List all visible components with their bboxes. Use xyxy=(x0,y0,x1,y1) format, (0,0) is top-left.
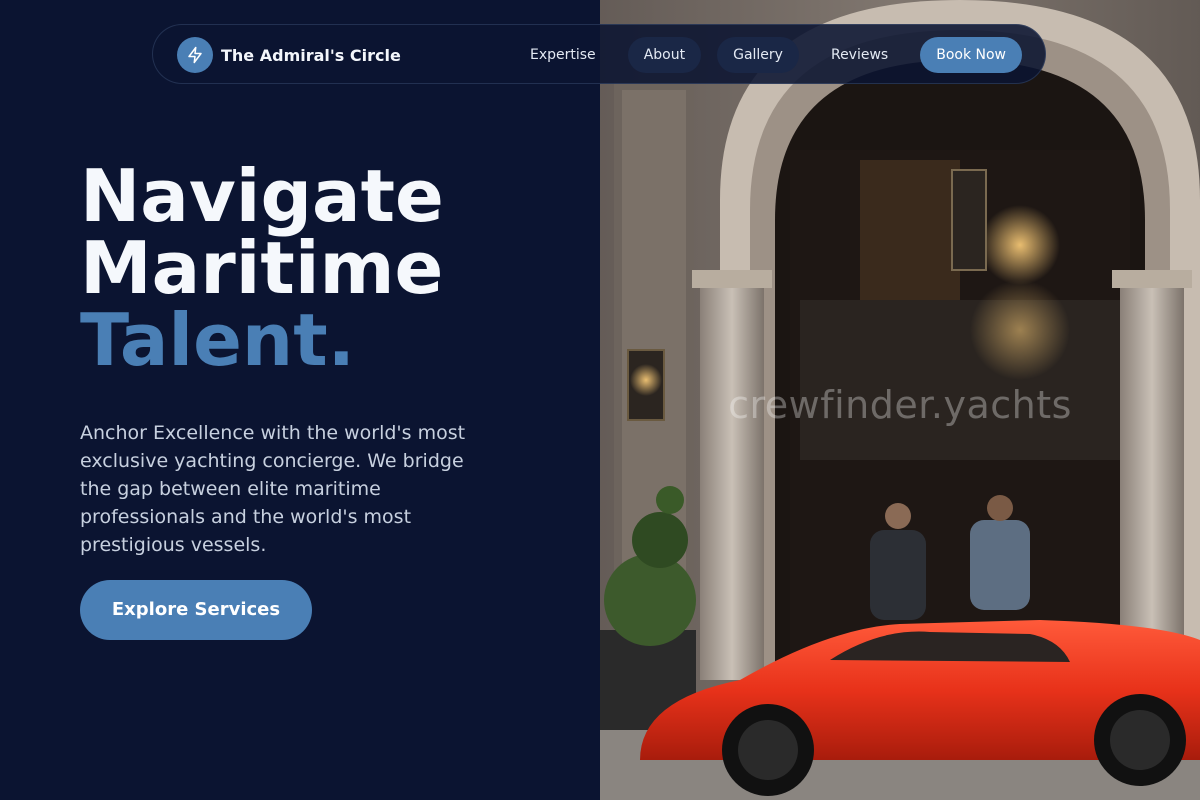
brand-name: The Admiral's Circle xyxy=(221,45,401,65)
nav-item-gallery[interactable]: Gallery xyxy=(717,37,799,73)
brand[interactable]: The Admiral's Circle xyxy=(177,37,401,73)
explore-services-button[interactable]: Explore Services xyxy=(80,580,312,640)
hero-left-panel xyxy=(0,0,600,800)
nav-item-expertise[interactable]: Expertise xyxy=(514,37,612,73)
headline-line-1: Navigate xyxy=(80,154,444,238)
hero-headline: Navigate Maritime Talent. xyxy=(80,160,444,376)
headline-accent: Talent. xyxy=(80,298,355,382)
nav-links: Expertise About Gallery Reviews Book Now xyxy=(498,37,1022,73)
watermark-text: crewfinder.yachts xyxy=(728,383,1072,427)
headline-line-2: Maritime xyxy=(80,226,444,310)
top-navbar: The Admiral's Circle Expertise About Gal… xyxy=(152,24,1046,84)
nav-item-reviews[interactable]: Reviews xyxy=(815,37,904,73)
lightning-bolt-icon xyxy=(177,37,213,73)
nav-item-about[interactable]: About xyxy=(627,37,702,73)
hero-image: crewfinder.yachts xyxy=(600,0,1200,800)
book-now-button[interactable]: Book Now xyxy=(920,37,1022,73)
hero-description: Anchor Excellence with the world's most … xyxy=(80,422,466,556)
